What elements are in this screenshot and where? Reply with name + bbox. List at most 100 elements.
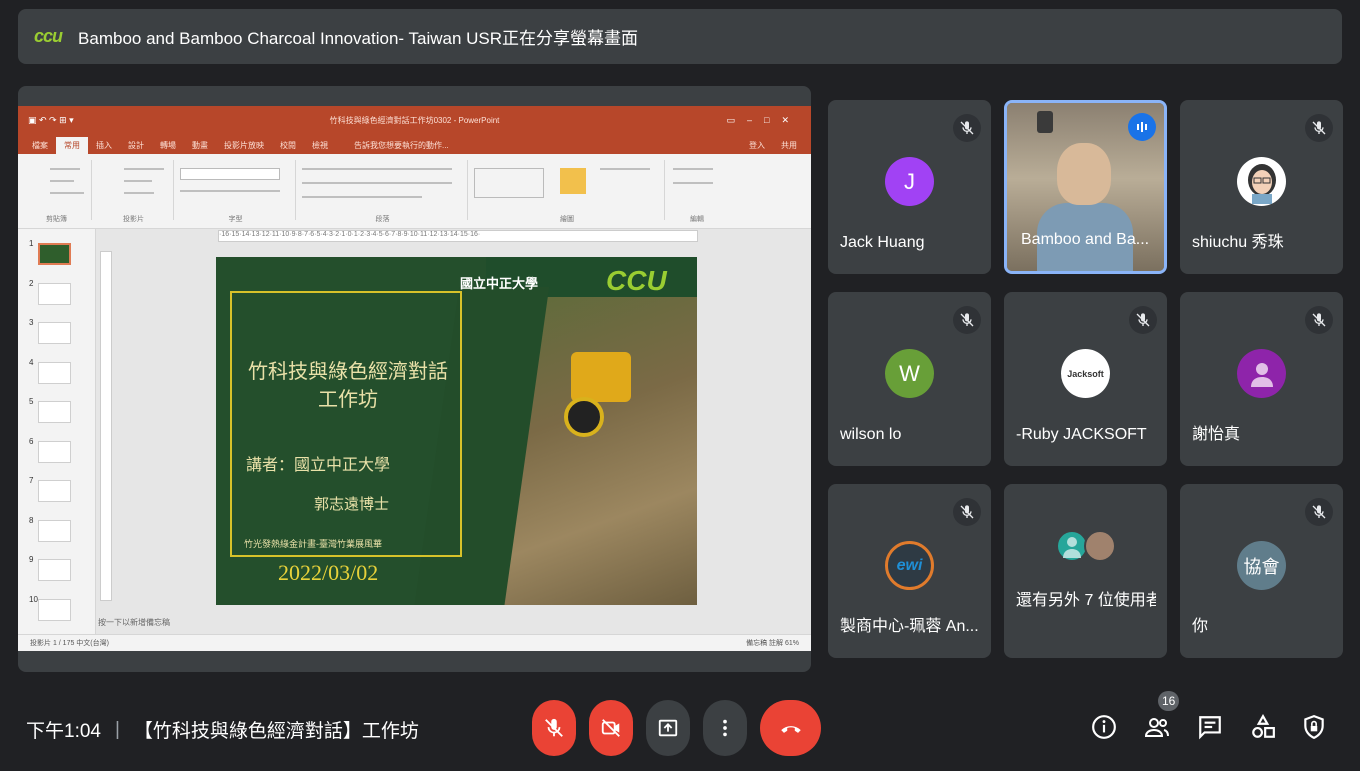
slide-title-frame: [230, 291, 462, 557]
avatar: 協會: [1237, 541, 1286, 590]
participant-tile-wilson-lo[interactable]: W wilson lo: [828, 292, 991, 466]
window-controls: ▭–□✕: [726, 114, 801, 125]
camera-toggle-button[interactable]: [589, 700, 633, 756]
slide-thumbnail[interactable]: [38, 282, 71, 305]
cartoon-avatar-icon: [1237, 157, 1286, 206]
thumbnail-number: 3: [29, 318, 34, 327]
thumbnail-number: 6: [29, 436, 34, 446]
mic-off-icon: [953, 498, 981, 526]
present-screen-button[interactable]: [646, 700, 690, 756]
slide-thumbnail[interactable]: [38, 559, 71, 581]
participant-tile-xie[interactable]: 謝怡真: [1180, 292, 1343, 466]
ppt-editor: 1 2 3 4 5 6 7 8 9 10 ·16·15·14·13·12·11·10·9·8·7·…: [18, 229, 811, 634]
hang-up-icon: [780, 726, 801, 733]
screen-share-banner: ccu Bamboo and Bamboo Charcoal Innovatio…: [18, 9, 1342, 64]
notes-placeholder[interactable]: 按一下以新增備忘稿: [98, 617, 170, 628]
powerpoint-window: ▣ ↶ ↷ ⊞ ▾ 竹科技與綠色經濟對話工作坊0302 - PowerPoint…: [18, 106, 811, 651]
camera-off-icon: [601, 719, 620, 737]
participant-name: 你: [1192, 618, 1209, 635]
participant-name: Bamboo and Ba...: [1021, 231, 1150, 248]
sign-in-link[interactable]: 登入: [741, 137, 773, 154]
chat-button[interactable]: [1194, 711, 1226, 743]
participant-tile-bamboo[interactable]: Bamboo and Ba...: [1004, 100, 1167, 274]
thumbnail-number: 5: [29, 397, 34, 406]
person-icon: [1237, 349, 1286, 398]
mic-off-icon: [953, 114, 981, 142]
participant-name: 製商中心-珮蓉 An...: [840, 618, 979, 635]
participant-name: -Ruby JACKSOFT: [1016, 426, 1147, 443]
more-options-button[interactable]: [703, 700, 747, 756]
slide-speaker: 講者：國立中正大學: [246, 455, 391, 474]
meeting-details-button[interactable]: [1088, 711, 1120, 743]
ppt-ribbon: 剪貼簿 投影片 字型 段落 繪圖 編輯: [18, 154, 811, 229]
slide-footer: 竹光發熱綠金計畫-臺灣竹業展風華: [244, 539, 382, 549]
ewi-logo: ewi: [885, 541, 934, 590]
ccu-logo: ccu: [34, 26, 63, 46]
slide-thumbnail[interactable]: [38, 322, 71, 344]
tab-review[interactable]: 校閱: [272, 137, 304, 154]
tab-slideshow[interactable]: 投影片放映: [216, 137, 272, 154]
slide-thumbnail[interactable]: [38, 361, 71, 384]
more-vert-icon: [723, 719, 727, 737]
microphone-toggle-button[interactable]: [532, 700, 576, 756]
avatar: W: [885, 349, 934, 398]
thumbnail-number: 7: [29, 476, 34, 485]
tab-insert[interactable]: 插入: [88, 137, 120, 154]
tab-animations[interactable]: 動畫: [184, 137, 216, 154]
separator: |: [114, 718, 120, 740]
speaking-indicator-icon: [1128, 113, 1156, 141]
tab-design[interactable]: 設計: [120, 137, 152, 154]
meeting-title: 【竹科技與綠色經濟對話】工作坊: [133, 721, 419, 742]
shared-screen: ▣ ↶ ↷ ⊞ ▾ 竹科技與綠色經濟對話工作坊0302 - PowerPoint…: [18, 86, 811, 672]
ribbon-group-slides: 投影片: [94, 160, 174, 223]
horizontal-ruler: ·16·15·14·13·12·11·10·9·8·7·6·5·4·3·2·1·…: [218, 230, 698, 242]
slide-thumbnail[interactable]: [38, 401, 71, 423]
slide-date: 2022/03/02: [278, 560, 379, 585]
participant-name: Jack Huang: [840, 234, 925, 251]
status-left: 投影片 1 / 175 中文(台灣): [30, 640, 109, 647]
ribbon-group-clipboard: 剪貼簿: [22, 160, 92, 223]
tell-me-search[interactable]: 告訴我您想要執行的動作...: [346, 137, 457, 154]
tab-view[interactable]: 檢視: [304, 137, 336, 154]
participant-tile-ruby[interactable]: Jacksoft -Ruby JACKSOFT: [1004, 292, 1167, 466]
slide-thumbnail[interactable]: [38, 519, 71, 542]
people-icon: [1144, 718, 1169, 737]
share-button[interactable]: 共用: [773, 137, 805, 154]
slide-thumbnail[interactable]: [38, 598, 71, 621]
slide-thumbnail[interactable]: [38, 440, 71, 463]
slide-ccu-logo: CCU: [606, 265, 667, 296]
leave-call-button[interactable]: [760, 700, 821, 756]
mic-off-icon: [1305, 306, 1333, 334]
slide-thumbnail[interactable]: [38, 480, 71, 502]
participant-name: 還有另外 7 位使用者: [1016, 592, 1156, 609]
ribbon-group-drawing: 繪圖: [470, 160, 665, 223]
host-controls-button[interactable]: [1298, 711, 1330, 743]
shield-lock-icon: [1304, 715, 1324, 740]
mic-off-icon: [545, 718, 563, 737]
ppt-status-bar: 投影片 1 / 175 中文(台灣) 備忘稿 註解 61%: [18, 634, 811, 651]
people-button[interactable]: [1141, 711, 1173, 743]
participant-tile-anne[interactable]: ewi 製商中心-珮蓉 An...: [828, 484, 991, 658]
activities-button[interactable]: [1247, 711, 1279, 743]
thumbnail-number: 4: [29, 357, 34, 367]
clock: 下午1:04: [26, 721, 101, 742]
tab-home[interactable]: 常用: [56, 137, 88, 154]
current-slide[interactable]: 竹科技與綠色經濟對話 工作坊 講者：國立中正大學 郭志遠博士 竹光發熱綠金計畫-…: [216, 257, 697, 605]
participant-tile-others[interactable]: 還有另外 7 位使用者: [1004, 484, 1167, 658]
status-right: 備忘稿 註解 61%: [746, 640, 799, 647]
slide-photo: [412, 287, 697, 605]
participant-name: shiuchu 秀珠: [1192, 234, 1284, 251]
slide-speaker-name: 郭志遠博士: [314, 495, 390, 513]
participant-tile-shiuchu[interactable]: shiuchu 秀珠: [1180, 100, 1343, 274]
tab-transitions[interactable]: 轉場: [152, 137, 184, 154]
tab-file[interactable]: 檔案: [24, 137, 56, 154]
mic-off-icon: [953, 306, 981, 334]
ribbon-group-editing: 編輯: [667, 160, 727, 223]
participant-count-badge: 16: [1158, 691, 1180, 711]
participant-tile-you[interactable]: 協會 你: [1180, 484, 1343, 658]
slide-thumbnail[interactable]: [38, 243, 71, 265]
present-icon: [658, 719, 678, 737]
quick-access-icons: ▣ ↶ ↷ ⊞ ▾: [28, 114, 74, 125]
ribbon-group-font: 字型: [176, 160, 296, 223]
participant-tile-jack-huang[interactable]: J Jack Huang: [828, 100, 991, 274]
